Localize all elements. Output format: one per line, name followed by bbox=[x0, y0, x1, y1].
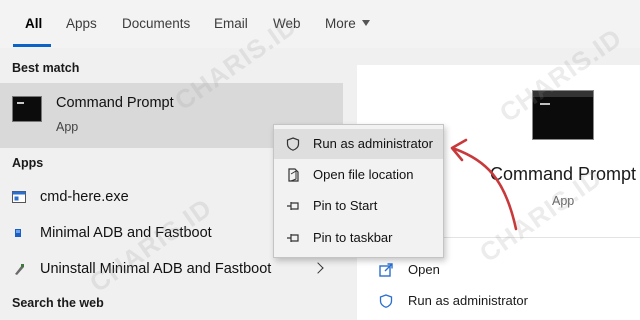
list-item-label: cmd-here.exe bbox=[40, 189, 129, 205]
search-web-heading: Search the web bbox=[12, 296, 104, 310]
tab-apps[interactable]: Apps bbox=[66, 16, 97, 31]
exe-window-icon bbox=[12, 191, 26, 203]
menu-item-pin-to-start[interactable]: Pin to Start bbox=[274, 191, 443, 221]
menu-item-run-as-administrator[interactable]: Run as administrator bbox=[274, 129, 443, 159]
apps-heading: Apps bbox=[12, 156, 44, 170]
command-prompt-large-icon bbox=[532, 90, 594, 140]
best-match-type: App bbox=[56, 120, 79, 134]
tab-more[interactable]: More bbox=[325, 16, 370, 31]
shield-icon bbox=[286, 137, 300, 151]
menu-item-label: Open file location bbox=[313, 167, 414, 182]
uninstall-icon bbox=[15, 264, 24, 275]
search-tab-bar: All Apps Documents Email Web More bbox=[0, 0, 640, 48]
tab-more-label: More bbox=[325, 16, 356, 31]
best-match-name: Command Prompt bbox=[56, 95, 174, 111]
action-open-label: Open bbox=[408, 262, 440, 277]
menu-item-label: Pin to Start bbox=[313, 198, 378, 213]
detail-app-name: Command Prompt bbox=[490, 164, 637, 184]
active-tab-indicator bbox=[13, 44, 51, 47]
tab-all[interactable]: All bbox=[25, 16, 42, 31]
command-prompt-icon bbox=[12, 96, 42, 122]
tab-email[interactable]: Email bbox=[214, 16, 248, 31]
caret-down-icon bbox=[361, 20, 370, 27]
menu-item-label: Pin to taskbar bbox=[313, 230, 393, 245]
menu-item-open-file-location[interactable]: Open file location bbox=[274, 160, 443, 190]
list-item-label: Minimal ADB and Fastboot bbox=[40, 225, 212, 241]
tab-web[interactable]: Web bbox=[273, 16, 301, 31]
pin-icon bbox=[287, 202, 299, 210]
menu-item-pin-to-taskbar[interactable]: Pin to taskbar bbox=[274, 223, 443, 253]
pin-icon bbox=[287, 234, 299, 242]
tab-documents[interactable]: Documents bbox=[122, 16, 190, 31]
file-icon bbox=[288, 168, 299, 182]
shield-icon bbox=[379, 294, 393, 308]
list-item-label: Uninstall Minimal ADB and Fastboot bbox=[40, 261, 272, 277]
best-match-heading: Best match bbox=[12, 61, 80, 75]
app-icon bbox=[15, 229, 21, 237]
context-menu: Run as administrator Open file location … bbox=[273, 124, 444, 258]
open-icon bbox=[379, 263, 393, 277]
chevron-right-icon[interactable] bbox=[312, 262, 324, 274]
action-run-admin-label: Run as administrator bbox=[408, 293, 528, 308]
detail-app-type: App bbox=[552, 194, 575, 208]
menu-item-label: Run as administrator bbox=[313, 136, 433, 151]
